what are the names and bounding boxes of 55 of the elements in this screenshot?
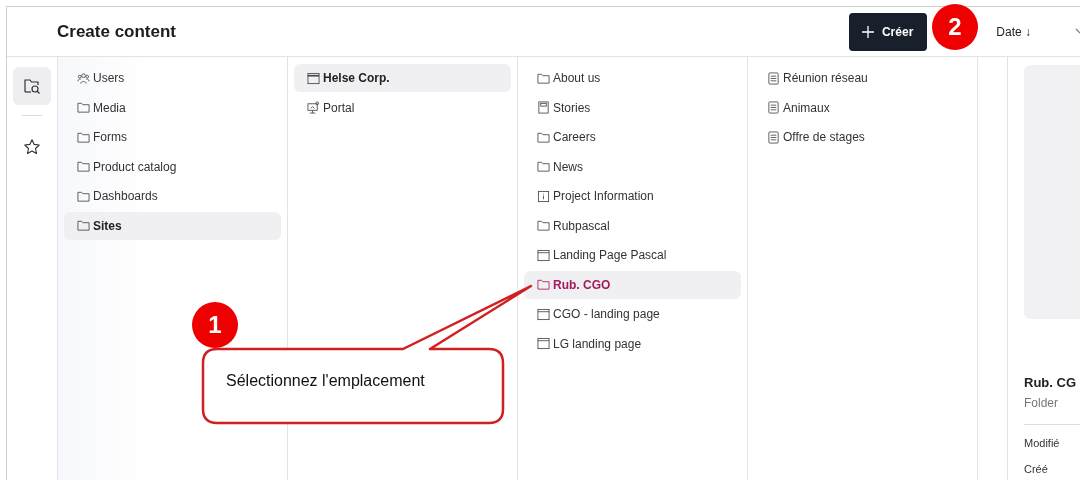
- tree-item[interactable]: Media: [64, 93, 281, 122]
- tree-item[interactable]: Animaux: [754, 93, 971, 122]
- users-icon: [77, 71, 90, 85]
- folder-icon: [537, 130, 550, 144]
- page-icon: [537, 307, 550, 321]
- document-icon: [767, 130, 780, 144]
- folder-icon: [77, 219, 90, 232]
- folder-icon: [537, 71, 550, 85]
- folder-icon: [77, 101, 90, 114]
- tree-item[interactable]: Dashboards: [64, 182, 281, 210]
- sort-button[interactable]: Date ↓: [992, 20, 1035, 43]
- folder-icon: [537, 160, 550, 173]
- page-icon: [537, 337, 550, 350]
- tree-item[interactable]: Portal: [294, 93, 511, 122]
- page-title: Create content: [57, 21, 177, 42]
- tree-item[interactable]: CGO - landing page: [524, 300, 741, 328]
- folder-icon: [537, 219, 550, 232]
- star-icon: [23, 138, 41, 156]
- tree-item[interactable]: Rub. CGO: [524, 270, 741, 299]
- document-icon: [767, 101, 780, 114]
- folder-icon: [537, 278, 550, 291]
- tree-item[interactable]: Product catalog: [64, 152, 281, 181]
- info-icon: [537, 189, 550, 203]
- tree-item[interactable]: Helse Corp.: [294, 64, 511, 92]
- tree-item[interactable]: News: [524, 152, 741, 181]
- tree-item[interactable]: Project Information: [524, 182, 741, 210]
- folder-search-icon: [23, 77, 41, 95]
- tree-item[interactable]: Stories: [524, 93, 741, 122]
- document-icon: [767, 71, 780, 85]
- field-label: Modifié: [1024, 437, 1061, 449]
- folder-icon: [77, 160, 90, 173]
- tree-item[interactable]: Users: [64, 64, 281, 92]
- folder-icon: [77, 130, 90, 144]
- callout-text: Sélectionnez l'emplacement: [226, 372, 425, 390]
- field-label: Créé: [1024, 463, 1049, 475]
- tree-item[interactable]: Landing Page Pascal: [524, 241, 741, 269]
- tree-item[interactable]: About us: [524, 64, 741, 92]
- step-badge: 2: [932, 4, 978, 50]
- plus-icon: [861, 25, 874, 38]
- page-icon: [537, 248, 550, 262]
- folder-icon: [77, 189, 90, 203]
- tree-item[interactable]: LG landing page: [524, 329, 741, 358]
- tree-item[interactable]: Sites: [64, 211, 281, 240]
- create-button[interactable]: Créer: [848, 12, 928, 51]
- tree-item[interactable]: Offre de stages: [754, 123, 971, 151]
- browse-button[interactable]: [13, 67, 51, 105]
- tree-item[interactable]: Rubpascal: [524, 211, 741, 240]
- item-type: Folder: [1024, 396, 1059, 410]
- site-icon: [307, 71, 320, 85]
- tree-item[interactable]: Careers: [524, 123, 741, 151]
- item-title: Rub. CG: [1024, 375, 1077, 390]
- stories-icon: [537, 101, 550, 114]
- tree-item[interactable]: Réunion réseau: [754, 64, 971, 92]
- tree-item[interactable]: Forms: [64, 123, 281, 151]
- portal-icon: [307, 101, 320, 114]
